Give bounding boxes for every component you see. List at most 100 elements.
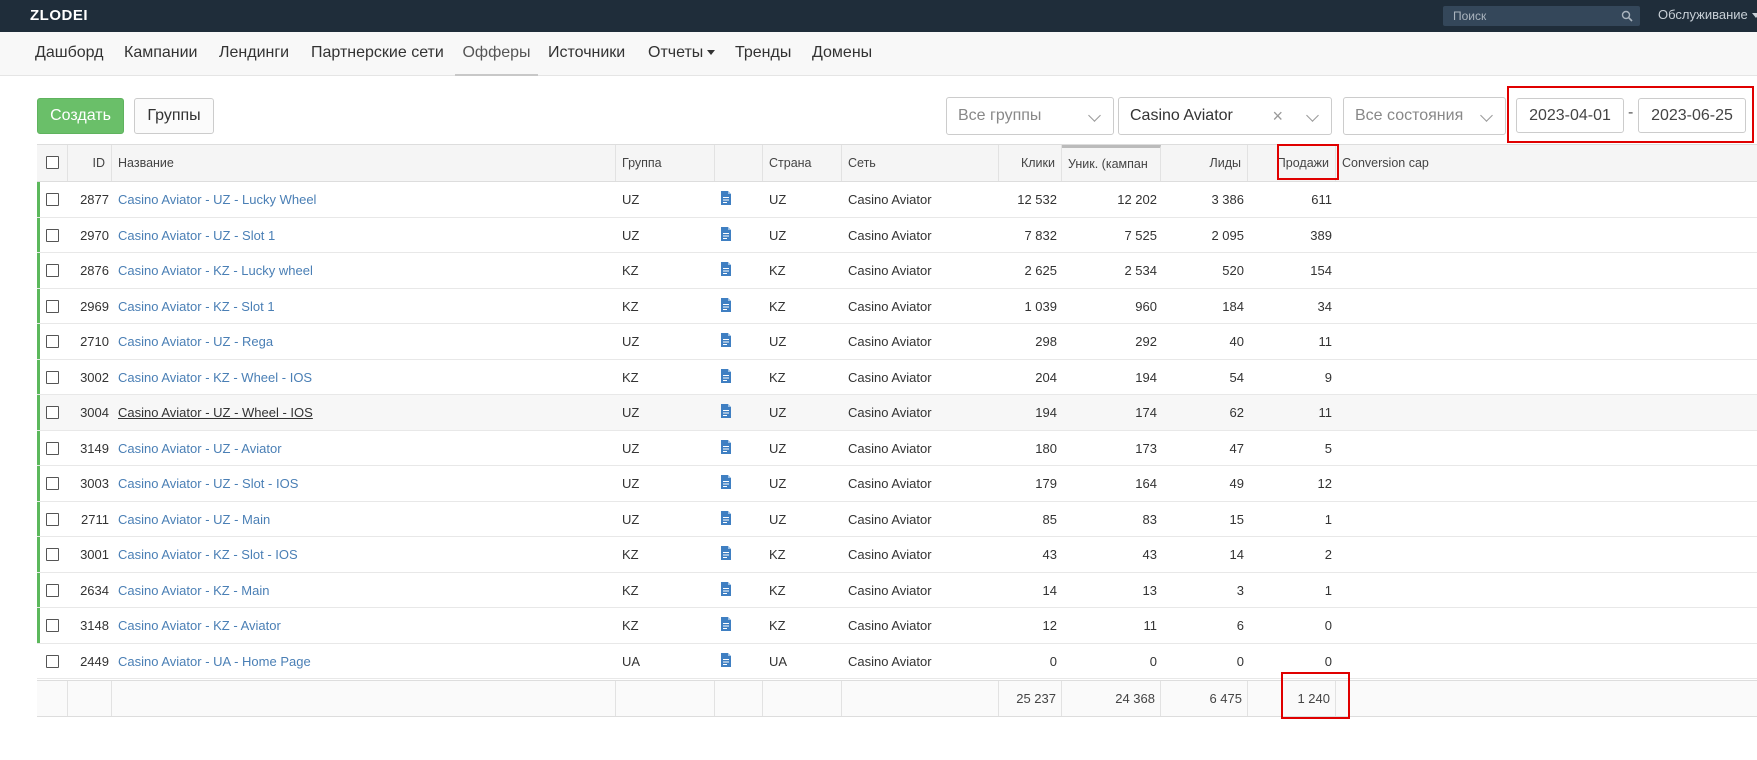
table-row[interactable]: 3002 Casino Aviator - KZ - Wheel - IOS KZ K… — [37, 359, 1757, 395]
offer-link[interactable]: Casino Aviator - UZ - Slot - IOS — [118, 476, 298, 491]
cell-network: Casino Aviator — [848, 582, 932, 598]
row-checkbox[interactable] — [46, 228, 59, 242]
table-row[interactable]: 3001 Casino Aviator - KZ - Slot - IOS KZ KZ… — [37, 537, 1757, 573]
nav-landings[interactable]: Лендинги — [219, 32, 289, 76]
document-icon[interactable] — [720, 475, 732, 489]
group-filter-select[interactable]: Все группы — [946, 97, 1114, 135]
offer-link[interactable]: Casino Aviator - KZ - Slot 1 — [118, 299, 275, 314]
document-icon[interactable] — [720, 404, 732, 418]
col-leads[interactable]: Лиды — [1161, 145, 1248, 181]
offer-link[interactable]: Casino Aviator - KZ - Wheel - IOS — [118, 370, 312, 385]
table-row[interactable]: 3003 Casino Aviator - UZ - Slot - IOS UZ UZ… — [37, 466, 1757, 502]
col-name[interactable]: Название — [112, 145, 616, 181]
document-icon[interactable] — [720, 262, 732, 276]
table-row[interactable]: 2449 Casino Aviator - UA - Home Page UA UA C… — [37, 644, 1757, 679]
clear-icon[interactable]: × — [1272, 98, 1283, 134]
col-group[interactable]: Группа — [616, 145, 715, 181]
document-icon[interactable] — [720, 581, 732, 596]
col-conversion-cap[interactable]: Conversion cap — [1336, 145, 1757, 181]
document-icon[interactable] — [720, 226, 732, 241]
offer-link[interactable]: Casino Aviator - KZ - Main — [118, 583, 269, 598]
nav-dashboard[interactable]: Дашборд — [35, 32, 104, 76]
document-icon[interactable] — [720, 510, 732, 525]
cell-name: Casino Aviator - UZ - Wheel - IOS — [118, 395, 608, 430]
document-icon[interactable] — [720, 368, 732, 383]
document-icon[interactable] — [720, 546, 732, 560]
network-filter-select[interactable]: Casino Aviator × — [1118, 97, 1332, 135]
offer-link[interactable]: Casino Aviator - KZ - Slot - IOS — [118, 547, 298, 562]
cell-network: Casino Aviator — [848, 405, 932, 420]
col-id[interactable]: ID — [68, 145, 112, 181]
active-status-bar — [37, 324, 40, 359]
nav-campaigns[interactable]: Кампании — [124, 32, 198, 76]
table-row[interactable]: 2634 Casino Aviator - KZ - Main KZ KZ Casino… — [37, 572, 1757, 608]
offer-link[interactable]: Casino Aviator - UZ - Wheel - IOS — [118, 405, 313, 420]
table-row[interactable]: 2876 Casino Aviator - KZ - Lucky wheel KZ K… — [37, 253, 1757, 289]
row-checkbox[interactable] — [46, 441, 59, 455]
document-icon[interactable] — [720, 333, 732, 347]
table-row[interactable]: 3004 Casino Aviator - UZ - Wheel - IOS UZ U… — [37, 395, 1757, 431]
nav-trends[interactable]: Тренды — [735, 32, 791, 76]
col-network[interactable]: Сеть — [842, 145, 999, 181]
document-icon[interactable] — [720, 191, 732, 205]
table-row[interactable]: 3149 Casino Aviator - UZ - Aviator UZ UZ Cas… — [37, 430, 1757, 466]
nav-reports[interactable]: Отчеты — [648, 32, 716, 76]
nav-domains[interactable]: Домены — [812, 32, 872, 76]
document-icon[interactable] — [720, 439, 732, 454]
cell-group: KZ — [622, 369, 639, 385]
table-row[interactable]: 2970 Casino Aviator - UZ - Slot 1 UZ UZ Casi… — [37, 217, 1757, 253]
offer-link[interactable]: Casino Aviator - UZ - Aviator — [118, 441, 282, 456]
col-country[interactable]: Страна — [763, 145, 842, 181]
service-menu[interactable]: Обслуживание — [1658, 7, 1757, 22]
table-row[interactable]: 2969 Casino Aviator - KZ - Slot 1 KZ KZ Casi… — [37, 288, 1757, 324]
create-button[interactable]: Создать — [37, 98, 124, 134]
row-checkbox[interactable] — [46, 264, 59, 277]
cell-leads: 54 — [1229, 369, 1244, 385]
search-box[interactable] — [1443, 6, 1640, 26]
offer-link[interactable]: Casino Aviator - KZ - Lucky wheel — [118, 263, 313, 278]
offer-link[interactable]: Casino Aviator - UZ - Lucky Wheel — [118, 192, 316, 207]
row-checkbox[interactable] — [46, 335, 59, 348]
document-icon[interactable] — [720, 297, 732, 312]
row-checkbox[interactable] — [46, 477, 59, 490]
cell-name: Casino Aviator - UZ - Main — [118, 502, 608, 537]
nav-affiliate-networks[interactable]: Партнерские сети — [311, 32, 444, 76]
groups-button[interactable]: Группы — [134, 98, 214, 134]
cell-clicks: 14 — [1042, 582, 1057, 598]
cell-sales: 389 — [1310, 227, 1332, 243]
nav-sources[interactable]: Источники — [548, 32, 625, 76]
table-row[interactable]: 2877 Casino Aviator - UZ - Lucky Wheel UZ U… — [37, 182, 1757, 218]
state-filter-select[interactable]: Все состояния — [1343, 97, 1506, 135]
row-checkbox[interactable] — [46, 406, 59, 419]
table-row[interactable]: 2711 Casino Aviator - UZ - Main UZ UZ Casino… — [37, 501, 1757, 537]
document-icon[interactable] — [720, 652, 732, 667]
cell-id: 2969 — [80, 298, 109, 314]
document-icon[interactable] — [720, 617, 732, 631]
row-checkbox[interactable] — [46, 299, 59, 313]
select-all-checkbox[interactable] — [46, 156, 59, 169]
offer-link[interactable]: Casino Aviator - UZ - Rega — [118, 334, 273, 349]
cell-unique: 194 — [1135, 369, 1157, 385]
row-checkbox[interactable] — [46, 193, 59, 206]
row-checkbox[interactable] — [46, 619, 59, 632]
search-icon[interactable] — [1621, 10, 1633, 22]
table-row[interactable]: 3148 Casino Aviator - KZ - Aviator KZ KZ Cas… — [37, 608, 1757, 644]
row-checkbox[interactable] — [46, 512, 59, 526]
app-logo[interactable]: ZLODEI — [30, 5, 88, 27]
offer-link[interactable]: Casino Aviator - KZ - Aviator — [118, 618, 281, 633]
search-input[interactable] — [1443, 6, 1618, 26]
col-unique[interactable]: Уник. (кампан — [1062, 145, 1161, 181]
nav-offers[interactable]: Офферы — [455, 32, 538, 76]
offer-link[interactable]: Casino Aviator - UZ - Main — [118, 512, 270, 527]
table-row[interactable]: 2710 Casino Aviator - UZ - Rega UZ UZ Casino… — [37, 324, 1757, 360]
row-checkbox[interactable] — [46, 654, 59, 668]
cell-name: Casino Aviator - KZ - Main — [118, 573, 608, 608]
row-checkbox[interactable] — [46, 370, 59, 384]
network-filter-value: Casino Aviator — [1130, 107, 1233, 124]
table-totals-row: 25 237 24 368 6 475 1 240 — [37, 680, 1757, 717]
offer-link[interactable]: Casino Aviator - UA - Home Page — [118, 654, 311, 669]
offer-link[interactable]: Casino Aviator - UZ - Slot 1 — [118, 228, 275, 243]
row-checkbox[interactable] — [46, 548, 59, 561]
row-checkbox[interactable] — [46, 583, 59, 597]
col-clicks[interactable]: Клики — [999, 145, 1062, 181]
